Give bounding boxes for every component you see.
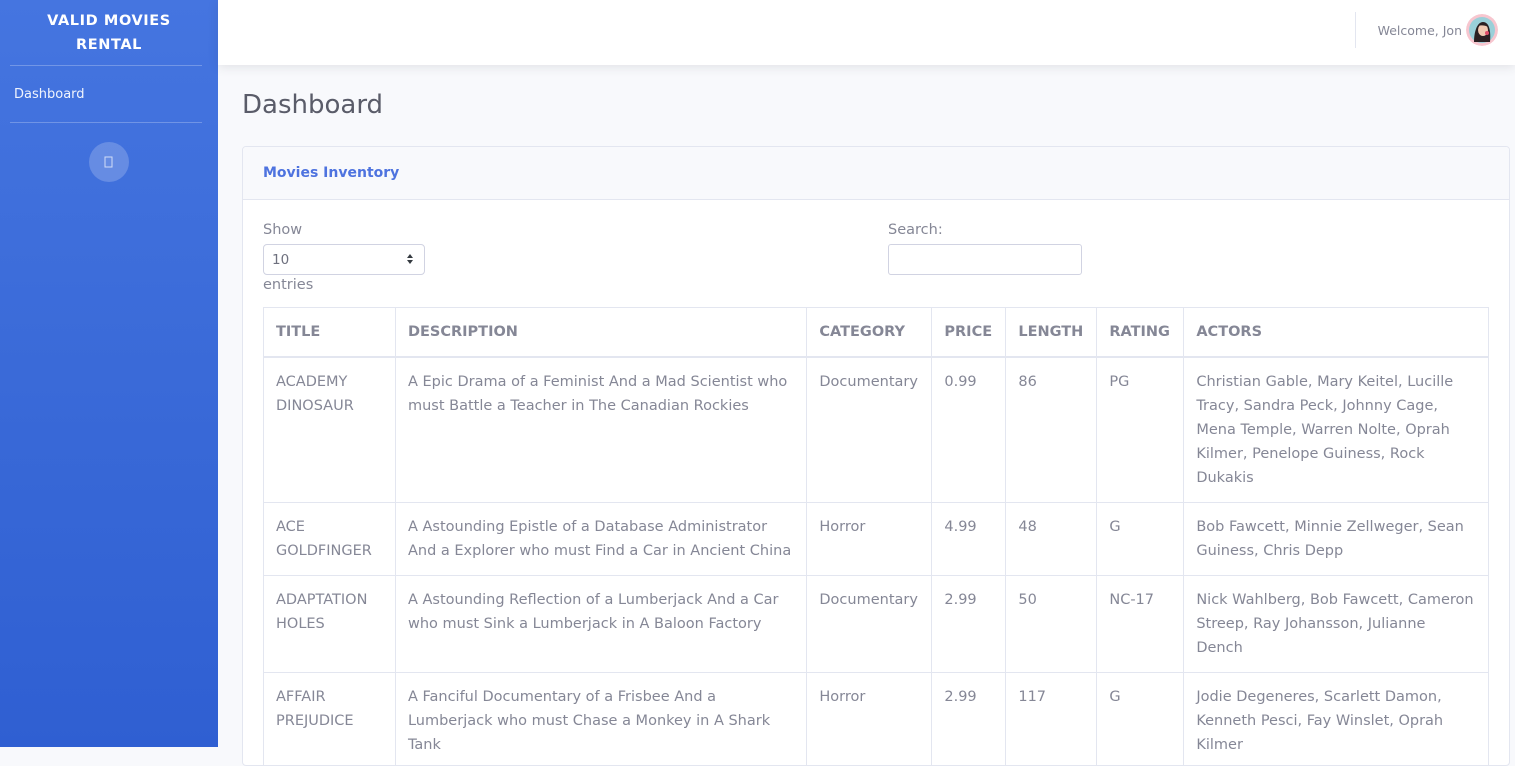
cell-price: 0.99 [932,357,1006,503]
welcome-text: Welcome, Jon [1378,23,1462,38]
select-arrows-icon [406,253,414,265]
sidebar-item-label: Dashboard [14,87,85,102]
cell-title: AFFAIR PREJUDICE [264,673,396,766]
column-header-category[interactable]: CATEGORY [807,308,932,358]
cell-length: 86 [1006,357,1097,503]
cell-rating: G [1097,503,1184,576]
sidebar: VALID MOVIES RENTAL Dashboard [0,0,218,747]
user-menu[interactable]: Welcome, Jon [1378,13,1498,47]
card-title: Movies Inventory [263,165,399,181]
search-input[interactable] [888,244,1082,275]
column-header-actors[interactable]: ACTORS [1184,308,1489,358]
cell-price: 2.99 [932,673,1006,766]
chevron-left-icon [104,156,114,168]
cell-category: Horror [807,673,932,766]
table-row: ACADEMY DINOSAUR A Epic Drama of a Femin… [264,357,1489,503]
cell-description: A Astounding Epistle of a Database Admin… [395,503,806,576]
table-row: AFFAIR PREJUDICE A Fanciful Documentary … [264,673,1489,766]
cell-length: 50 [1006,576,1097,673]
avatar-icon [1466,14,1498,46]
column-header-title[interactable]: TITLE [264,308,396,358]
cell-description: A Fanciful Documentary of a Frisbee And … [395,673,806,766]
topbar-divider [1355,12,1356,48]
table-row: ACE GOLDFINGER A Astounding Epistle of a… [264,503,1489,576]
brand-title[interactable]: VALID MOVIES RENTAL [0,0,218,65]
cell-description: A Astounding Reflection of a Lumberjack … [395,576,806,673]
cell-actors: Jodie Degeneres, Scarlett Damon, Kenneth… [1184,673,1489,766]
movies-inventory-card: Movies Inventory Show 10 entries Search: [242,146,1510,766]
cell-description: A Epic Drama of a Feminist And a Mad Sci… [395,357,806,503]
page-title: Dashboard [242,88,383,122]
cell-price: 4.99 [932,503,1006,576]
cell-category: Horror [807,503,932,576]
show-label: Show [263,222,302,238]
column-header-price[interactable]: PRICE [932,308,1006,358]
entries-per-page-select[interactable]: 10 [263,244,425,275]
cell-rating: PG [1097,357,1184,503]
cell-category: Documentary [807,576,932,673]
sidebar-toggle-button[interactable] [89,142,129,182]
cell-category: Documentary [807,357,932,503]
table-header-row: TITLE DESCRIPTION CATEGORY PRICE LENGTH … [264,308,1489,358]
cell-title: ACE GOLDFINGER [264,503,396,576]
column-header-rating[interactable]: RATING [1097,308,1184,358]
cell-title: ADAPTATION HOLES [264,576,396,673]
cell-price: 2.99 [932,576,1006,673]
cell-title: ACADEMY DINOSAUR [264,357,396,503]
cell-actors: Nick Wahlberg, Bob Fawcett, Cameron Stre… [1184,576,1489,673]
cell-length: 48 [1006,503,1097,576]
column-header-description[interactable]: DESCRIPTION [395,308,806,358]
cell-actors: Christian Gable, Mary Keitel, Lucille Tr… [1184,357,1489,503]
entries-per-page-value: 10 [272,252,289,268]
sidebar-divider [10,122,202,123]
search-label: Search: [888,222,943,238]
cell-length: 117 [1006,673,1097,766]
cell-rating: G [1097,673,1184,766]
movies-table: TITLE DESCRIPTION CATEGORY PRICE LENGTH … [263,307,1489,766]
column-header-length[interactable]: LENGTH [1006,308,1097,358]
entries-label: entries [263,277,313,293]
card-header: Movies Inventory [243,147,1509,200]
cell-actors: Bob Fawcett, Minnie Zellweger, Sean Guin… [1184,503,1489,576]
sidebar-item-dashboard[interactable]: Dashboard [0,66,218,122]
topbar: Welcome, Jon [218,0,1515,65]
table-row: ADAPTATION HOLES A Astounding Reflection… [264,576,1489,673]
cell-rating: NC-17 [1097,576,1184,673]
